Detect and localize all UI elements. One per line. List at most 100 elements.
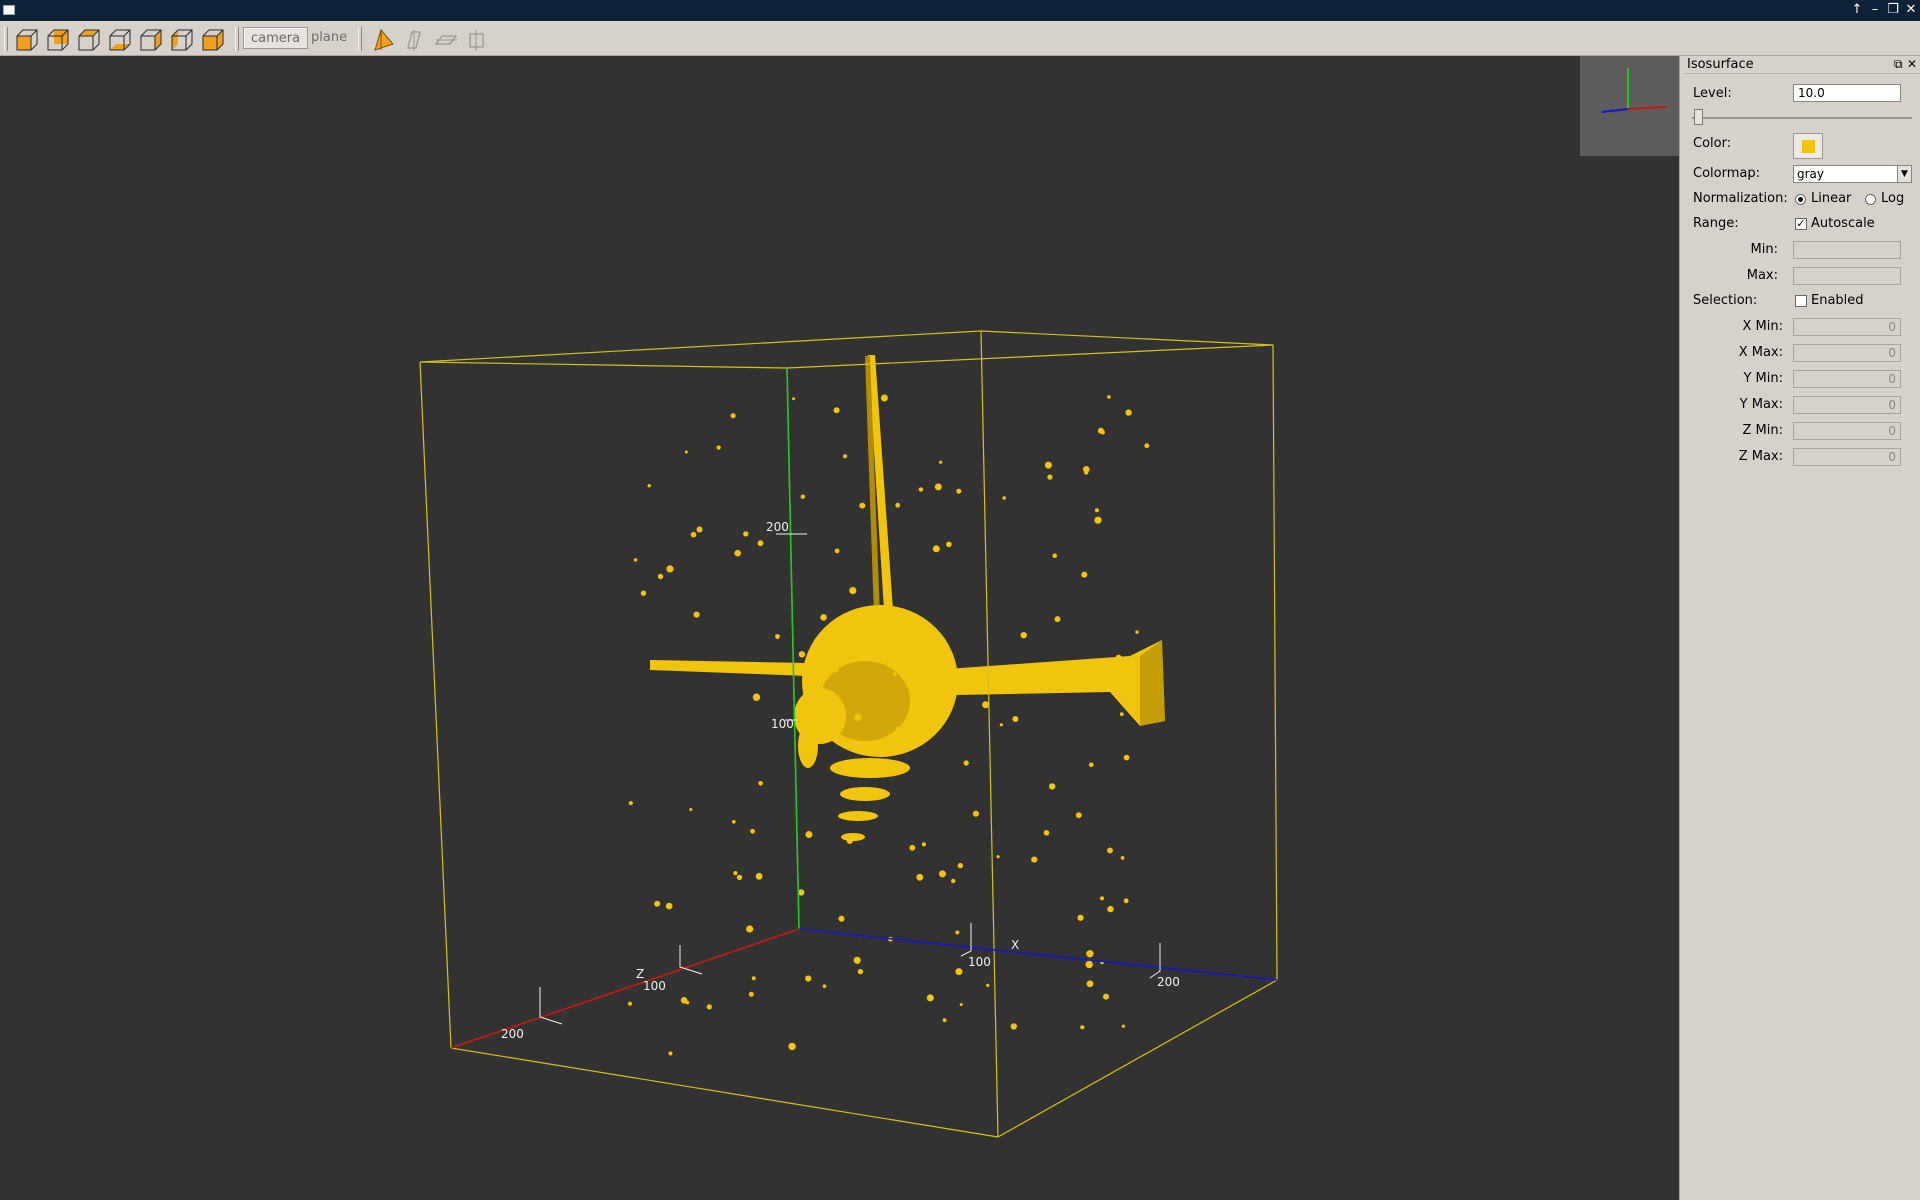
plane-z-tool-button[interactable]: [463, 26, 490, 53]
bounding-box-edge: [419, 361, 788, 369]
xmax-input[interactable]: [1793, 344, 1901, 362]
view-left-button[interactable]: [168, 26, 195, 53]
isosurface-speck: [939, 870, 946, 878]
plane-mode-button[interactable]: plane: [304, 27, 354, 49]
isosurface-speck: [909, 844, 916, 851]
isosurface-speck: [633, 558, 638, 562]
view-bottom-button[interactable]: [106, 26, 133, 53]
colormap-select[interactable]: gray ▼: [1793, 165, 1912, 183]
isosurface-speck: [956, 488, 962, 494]
camera-mode-button[interactable]: camera: [243, 27, 309, 49]
view-right-button[interactable]: [137, 26, 164, 53]
isosurface-speck: [748, 991, 754, 997]
isosurface-speck: [892, 672, 897, 677]
orientation-z-axis: [1601, 108, 1629, 113]
isosurface-speck: [1094, 516, 1102, 524]
level-slider-handle[interactable]: [1694, 109, 1703, 125]
zmin-input[interactable]: [1793, 422, 1901, 440]
isosurface-speck: [750, 828, 755, 834]
bounding-box-edge: [997, 979, 1278, 1138]
log-radio[interactable]: [1865, 194, 1876, 205]
normalization-label: Normalization:: [1693, 191, 1788, 206]
selection-enabled-checkbox[interactable]: [1795, 295, 1807, 307]
xmin-input[interactable]: [1793, 318, 1901, 336]
view-back-button[interactable]: [44, 26, 71, 53]
plane-x-tool-button[interactable]: [400, 26, 427, 53]
isosurface-speck: [757, 540, 764, 547]
rotate-tool-button[interactable]: [369, 26, 396, 53]
plane-y-tool-button[interactable]: [432, 26, 459, 53]
isosurface-speck: [734, 549, 741, 557]
isosurface-speck: [647, 484, 651, 488]
isosurface-speck: [1052, 553, 1057, 558]
isosurface-speck: [1088, 762, 1094, 768]
window-minimize-icon[interactable]: –: [1866, 2, 1884, 18]
3d-viewport[interactable]: 100 200 X 100 200 Z 100 200: [0, 56, 1679, 1200]
isosurface-speck: [918, 487, 924, 492]
window-raise-icon[interactable]: ↑: [1848, 2, 1866, 18]
isosurface-speck: [916, 873, 924, 881]
isosurface-speck: [751, 976, 756, 981]
isosurface-speck: [666, 565, 674, 573]
isosurface-speck: [1080, 1025, 1085, 1030]
toolbar: camera plane: [0, 21, 1920, 56]
isosurface-speck: [755, 872, 763, 880]
isosurface-speck: [668, 662, 673, 667]
tick-mark: [960, 923, 972, 957]
view-front-button[interactable]: [13, 26, 40, 53]
isosurface-blob: [840, 787, 890, 801]
isosurface-speck: [732, 820, 736, 824]
isosurface-speck: [942, 1018, 947, 1023]
panel-close-icon[interactable]: ✕: [1907, 56, 1917, 73]
bounding-box-edge: [419, 361, 452, 1049]
level-input[interactable]: [1793, 84, 1901, 102]
isosurface-speck: [880, 394, 888, 402]
isosurface-speck: [730, 413, 736, 419]
level-slider-track[interactable]: [1692, 117, 1912, 119]
isosurface-speck: [853, 956, 861, 964]
window-menu-icon[interactable]: [3, 5, 15, 15]
x-tick-label: 100: [968, 955, 991, 969]
isosurface-speck: [955, 968, 963, 976]
undock-icon[interactable]: ⧉: [1894, 56, 1903, 73]
view-top-button[interactable]: [75, 26, 102, 53]
isosurface-speck: [1115, 654, 1122, 661]
toolbar-grip[interactable]: [358, 27, 362, 51]
autoscale-checkbox[interactable]: ✓: [1795, 218, 1807, 230]
ymax-label: Y Max:: [1739, 397, 1783, 412]
isosurface-speck: [689, 808, 693, 811]
isosurface-speck: [693, 611, 700, 618]
window-close-icon[interactable]: ✕: [1902, 2, 1920, 18]
isosurface-speck: [999, 723, 1003, 727]
ymin-input[interactable]: [1793, 370, 1901, 388]
zmax-input[interactable]: [1793, 448, 1901, 466]
view-top-icon: [78, 29, 99, 50]
color-picker-button[interactable]: [1793, 133, 1823, 159]
linear-radio[interactable]: [1795, 194, 1806, 205]
autoscale-label: Autoscale: [1811, 216, 1875, 231]
isosurface-speck: [1123, 898, 1129, 904]
range-max-input[interactable]: [1793, 267, 1901, 285]
isosurface-speck: [939, 460, 943, 464]
bounding-box-edge: [786, 344, 1274, 369]
isosurface-speck: [1144, 443, 1150, 449]
ymax-input[interactable]: [1793, 396, 1901, 414]
isosurface-speck: [800, 494, 805, 499]
panel-header: Isosurface ⧉ ✕: [1684, 56, 1920, 74]
isosurface-speck: [1054, 616, 1061, 623]
isosurface-speck: [1049, 783, 1056, 790]
isosurface-speck: [895, 726, 902, 733]
zmin-label: Z Min:: [1742, 423, 1784, 438]
isosurface-speck: [972, 810, 980, 817]
toolbar-grip[interactable]: [4, 27, 8, 51]
view-side-button[interactable]: [199, 26, 226, 53]
log-radio-label: Log: [1881, 191, 1905, 206]
range-min-input[interactable]: [1793, 241, 1901, 259]
window-title-bar: ↑ – ❐ ✕: [0, 0, 1920, 21]
isosurface-speck: [838, 915, 845, 922]
isosurface-speck: [654, 900, 661, 907]
axis-ticks-group: 100200X100200Z100200: [501, 520, 1180, 1041]
isosurface-speck: [1043, 830, 1050, 836]
window-restore-icon[interactable]: ❐: [1884, 2, 1902, 18]
toolbar-grip[interactable]: [235, 27, 239, 51]
